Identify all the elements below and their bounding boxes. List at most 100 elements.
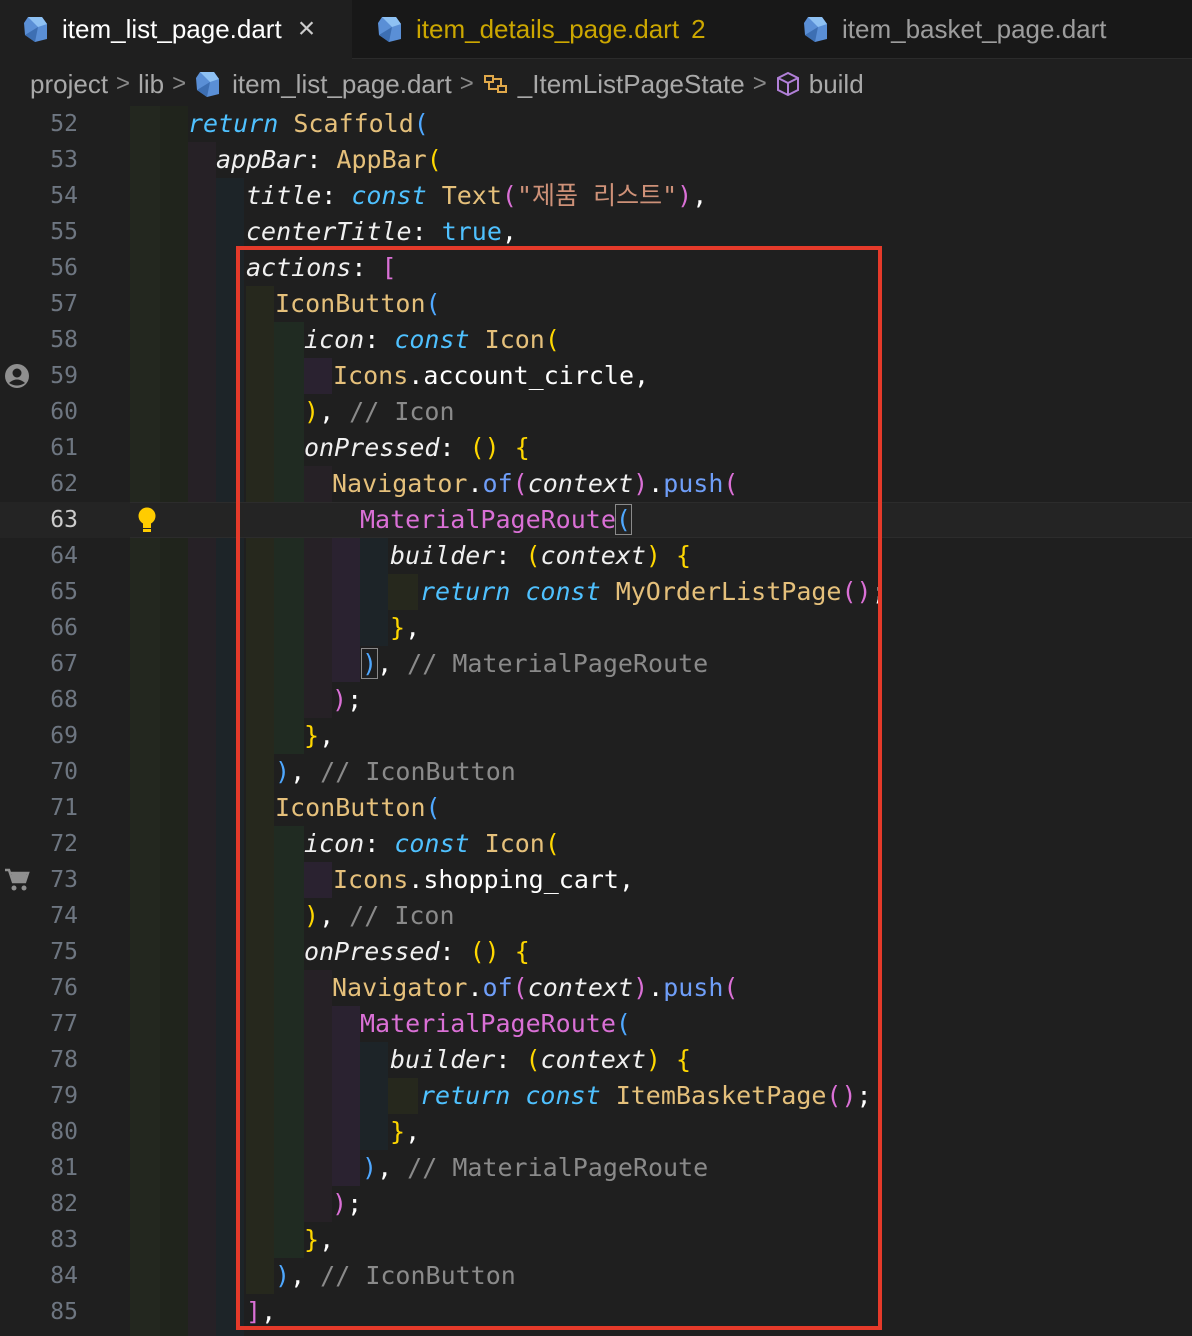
code-line[interactable]: 83 }, — [0, 1222, 1192, 1258]
code-line[interactable]: 85 ], — [0, 1294, 1192, 1330]
code-editor[interactable]: 52 return Scaffold( 53 appBar: AppBar( 5… — [0, 106, 1192, 1336]
code-line[interactable]: 81 ), // MaterialPageRoute — [0, 1150, 1192, 1186]
code-line[interactable]: 57 IconButton( — [0, 286, 1192, 322]
token: : — [439, 937, 470, 966]
code-line[interactable]: 80 }, — [0, 1114, 1192, 1150]
code-line[interactable]: 82 ); — [0, 1186, 1192, 1222]
token: centerTitle — [246, 217, 412, 246]
code-line[interactable]: 77 MaterialPageRoute( — [0, 1006, 1192, 1042]
token: of — [482, 469, 513, 498]
code-line[interactable]: 52 return Scaffold( — [0, 106, 1192, 142]
line-number: 71 — [50, 795, 78, 821]
code-text: ), // Icon — [304, 394, 455, 430]
token: ) — [362, 1153, 378, 1182]
token: ) — [360, 648, 379, 679]
line-number: 61 — [50, 435, 78, 461]
token: , — [290, 757, 321, 786]
token: { — [514, 937, 530, 966]
tab-item-details-page[interactable]: item_details_page.dart 2 — [376, 0, 706, 58]
code-line[interactable]: 74 ), // Icon — [0, 898, 1192, 934]
token: , — [261, 1297, 277, 1326]
code-line[interactable]: 55 centerTitle: true, — [0, 214, 1192, 250]
code-text: icon: const Icon( — [304, 322, 560, 358]
code-line[interactable]: 60 ), // Icon — [0, 394, 1192, 430]
code-line-current[interactable]: 63 MaterialPageRoute( — [0, 502, 1192, 538]
breadcrumb-lib[interactable]: lib — [138, 69, 164, 100]
token: ( — [615, 1009, 631, 1038]
token: const — [394, 325, 470, 354]
breadcrumb-project[interactable]: project — [30, 69, 108, 100]
token: , — [319, 721, 335, 750]
code-line[interactable]: 71 IconButton( — [0, 790, 1192, 826]
code-line[interactable]: 58 icon: const Icon( — [0, 322, 1192, 358]
dart-file-icon — [196, 72, 220, 97]
token: ; — [347, 685, 363, 714]
token: () — [841, 577, 872, 606]
line-number: 85 — [50, 1299, 78, 1325]
code-text: ), // MaterialPageRoute — [362, 1150, 708, 1186]
token: const — [394, 829, 470, 858]
code-line[interactable]: 67 ), // MaterialPageRoute — [0, 646, 1192, 682]
breadcrumb-method[interactable]: build — [809, 69, 864, 100]
line-number: 52 — [50, 111, 78, 137]
token: return — [420, 1081, 511, 1110]
code-line[interactable]: 53 appBar: AppBar( — [0, 142, 1192, 178]
line-number: 63 — [50, 507, 78, 533]
tab-item-basket-page[interactable]: item_basket_page.dart — [802, 0, 1107, 58]
code-line[interactable]: 69 }, — [0, 718, 1192, 754]
token: of — [482, 973, 513, 1002]
code-line[interactable]: 72 icon: const Icon( — [0, 826, 1192, 862]
code-line[interactable]: 61 onPressed: () { — [0, 430, 1192, 466]
code-line[interactable]: 59 Icons.account_circle, — [0, 358, 1192, 394]
token: Icons — [333, 865, 409, 894]
breadcrumb-class[interactable]: _ItemListPageState — [518, 69, 745, 100]
code-line[interactable]: 62 Navigator.of(context).push( — [0, 466, 1192, 502]
code-line[interactable]: 68 ); — [0, 682, 1192, 718]
token: ) — [645, 541, 661, 570]
lightbulb-icon[interactable] — [135, 506, 159, 534]
code-line[interactable]: 66 }, — [0, 610, 1192, 646]
breadcrumb: project > lib > item_list_page.dart > _I… — [0, 60, 1192, 108]
token: ) — [275, 1261, 291, 1290]
chevron-right-icon: > — [752, 70, 767, 97]
close-tab-icon[interactable]: × — [298, 12, 316, 46]
token: { — [676, 541, 692, 570]
code-line[interactable]: 56 actions: [ — [0, 250, 1192, 286]
code-text: }, — [304, 1222, 334, 1258]
line-number: 84 — [50, 1263, 78, 1289]
token: . — [467, 469, 483, 498]
chevron-right-icon: > — [172, 70, 187, 97]
line-number: 75 — [50, 939, 78, 965]
code-line[interactable]: 64 builder: (context) { — [0, 538, 1192, 574]
code-line[interactable]: 76 Navigator.of(context).push( — [0, 970, 1192, 1006]
token: , — [319, 397, 350, 426]
code-line[interactable]: 79 return const ItemBasketPage(); — [0, 1078, 1192, 1114]
code-text: return Scaffold( — [188, 106, 429, 142]
line-number: 60 — [50, 399, 78, 425]
token: ( — [413, 109, 429, 138]
code-line[interactable]: 78 builder: (context) { — [0, 1042, 1192, 1078]
token: ; — [871, 577, 887, 606]
token: Icon — [484, 325, 545, 354]
token: () — [469, 937, 500, 966]
code-line[interactable]: 84 ), // IconButton — [0, 1258, 1192, 1294]
token: () — [826, 1081, 857, 1110]
code-text: ), // Icon — [304, 898, 455, 934]
token: , — [319, 1225, 335, 1254]
token: // IconButton — [320, 1261, 516, 1290]
token: builder — [390, 1045, 496, 1074]
tab-item-list-page[interactable]: item_list_page.dart × — [0, 0, 352, 59]
breadcrumb-file[interactable]: item_list_page.dart — [232, 69, 452, 100]
code-line[interactable]: 65 return const MyOrderListPage(); — [0, 574, 1192, 610]
code-line[interactable]: 70 ), // IconButton — [0, 754, 1192, 790]
token: context — [540, 1045, 646, 1074]
code-line[interactable]: 73 Icons.shopping_cart, — [0, 862, 1192, 898]
code-line[interactable]: 54 title: const Text("제품 리스트"), — [0, 178, 1192, 214]
code-text: Navigator.of(context).push( — [332, 466, 738, 502]
token: , — [405, 1117, 421, 1146]
code-line[interactable]: 75 onPressed: () { — [0, 934, 1192, 970]
token: Navigator — [332, 469, 468, 498]
